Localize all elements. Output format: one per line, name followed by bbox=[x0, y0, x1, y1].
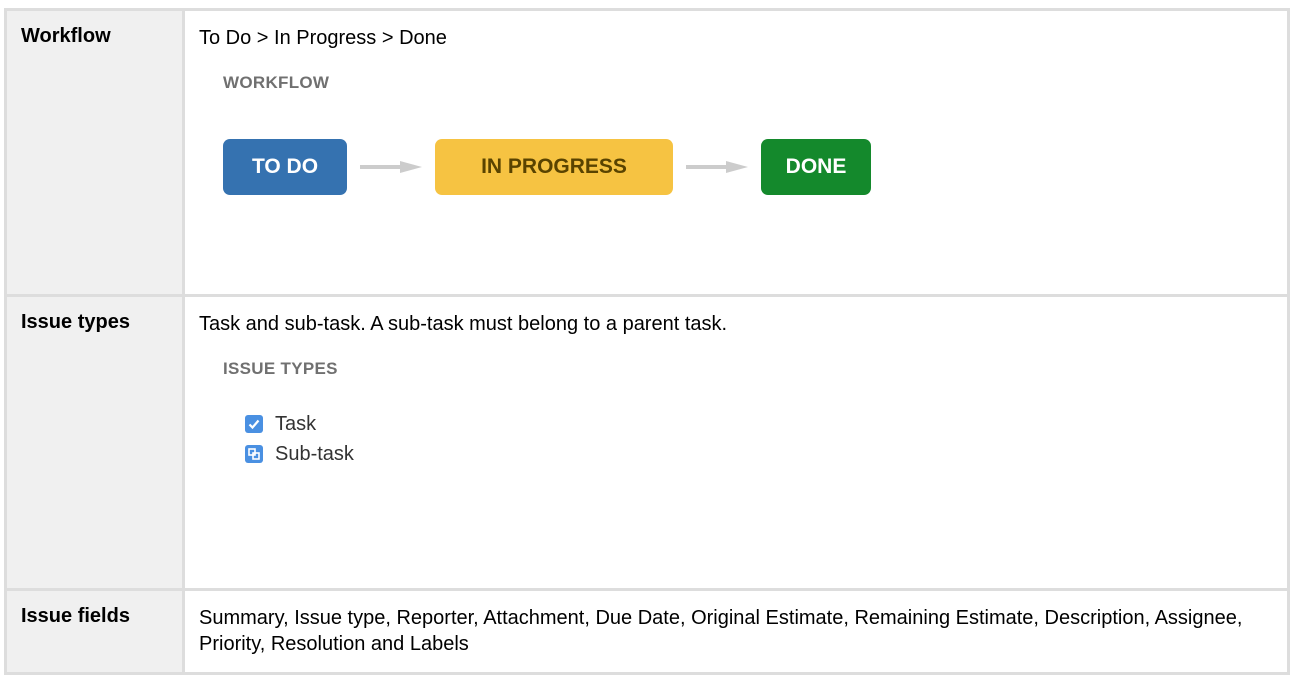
workflow-description: To Do > In Progress > Done bbox=[199, 27, 447, 49]
issue-type-subtask: Sub-task bbox=[245, 439, 1287, 469]
workflow-cell: To Do > In Progress > Done WORKFLOW TO D… bbox=[182, 8, 1290, 297]
issue-types-section-title: ISSUE TYPES bbox=[223, 359, 338, 378]
issue-types-header: Issue types bbox=[4, 294, 185, 591]
workflow-row: Workflow To Do > In Progress > Done WORK… bbox=[4, 8, 1290, 297]
issue-types-description: Task and sub-task. A sub-task must belon… bbox=[199, 313, 728, 335]
issue-fields-description: Summary, Issue type, Reporter, Attachmen… bbox=[199, 607, 1243, 655]
issue-type-label: Task bbox=[275, 412, 317, 435]
status-lozenge-in-progress: IN PROGRESS bbox=[435, 139, 673, 195]
issue-fields-cell: Summary, Issue type, Reporter, Attachmen… bbox=[182, 588, 1290, 675]
arrow-right-icon bbox=[347, 161, 435, 173]
subtask-icon bbox=[245, 445, 263, 463]
issue-types-row: Issue types Task and sub-task. A sub-tas… bbox=[4, 294, 1290, 591]
issue-type-label: Sub-task bbox=[275, 442, 354, 465]
issue-types-list: Task Sub-task bbox=[245, 409, 1287, 469]
issue-fields-header: Issue fields bbox=[4, 588, 185, 675]
project-config-table: Workflow To Do > In Progress > Done WORK… bbox=[4, 8, 1290, 675]
status-lozenge-done: DONE bbox=[761, 139, 871, 195]
issue-types-cell: Task and sub-task. A sub-task must belon… bbox=[182, 294, 1290, 591]
issue-fields-row: Issue fields Summary, Issue type, Report… bbox=[4, 588, 1290, 675]
task-checkbox-icon bbox=[245, 415, 263, 433]
status-lozenge-todo: TO DO bbox=[223, 139, 347, 195]
issue-type-task: Task bbox=[245, 409, 1287, 439]
arrow-right-icon bbox=[673, 161, 761, 173]
workflow-section-title: WORKFLOW bbox=[223, 73, 330, 92]
workflow-diagram: TO DO IN PROGRESS DONE bbox=[223, 139, 1287, 195]
workflow-header: Workflow bbox=[4, 8, 185, 297]
